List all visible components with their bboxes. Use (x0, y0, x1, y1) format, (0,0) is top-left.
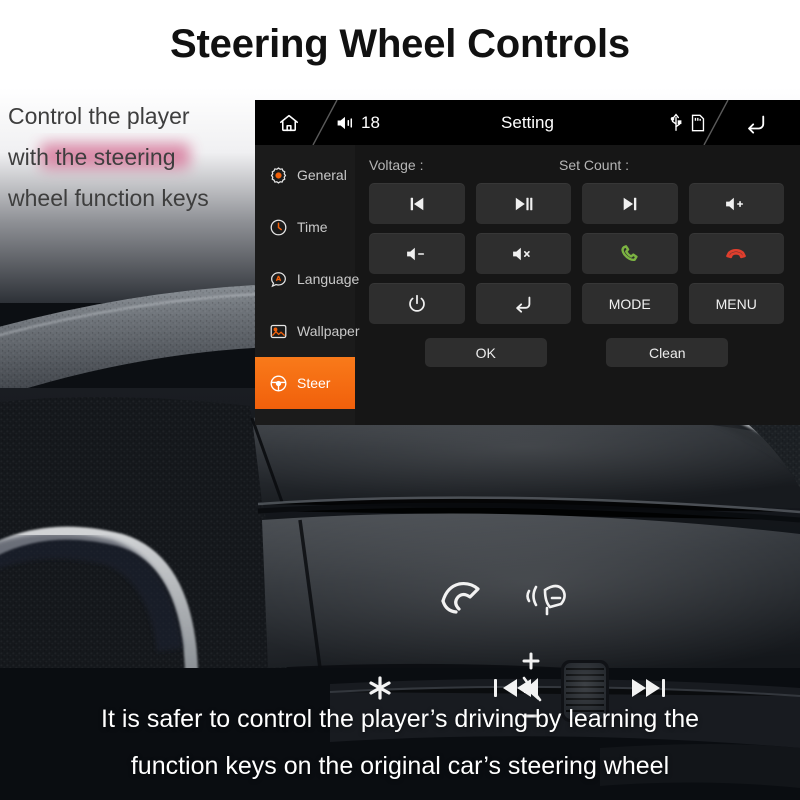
sidebar-label-time: Time (297, 219, 328, 235)
sidebar-item-language[interactable]: Language (255, 253, 359, 305)
usb-icon (670, 113, 682, 131)
home-icon (279, 114, 299, 131)
key-phone-hangup[interactable] (688, 233, 784, 274)
key-volume-up[interactable] (688, 183, 784, 224)
next-track-icon (623, 197, 637, 210)
home-button[interactable] (255, 112, 323, 134)
sidebar-label-language: Language (297, 271, 360, 287)
key-volume-mute[interactable] (475, 233, 571, 274)
key-enter-return[interactable] (475, 283, 571, 324)
status-bar: 18 Setting (255, 100, 800, 145)
value-labels: Voltage : Set Count : (369, 157, 784, 173)
back-arrow-icon (748, 115, 765, 134)
key-phone-answer[interactable] (582, 233, 678, 274)
unit-body: General Time Language Wallpaper Steer Vo… (255, 145, 800, 425)
phone-answer-icon (621, 244, 638, 261)
action-buttons: OK Clean (369, 338, 784, 367)
previous-track-icon (410, 197, 424, 210)
sd-card-icon (691, 114, 705, 131)
back-button[interactable] (724, 112, 800, 134)
sidebar-label-wallpaper: Wallpaper (297, 323, 360, 339)
sidebar-label-general: General (297, 167, 347, 183)
left-description-line-1: Control the player (8, 103, 190, 129)
set-count-label: Set Count : (559, 157, 630, 173)
steering-icon (270, 375, 287, 391)
sidebar-label-steer: Steer (297, 375, 331, 391)
key-mode[interactable]: MODE (582, 283, 678, 324)
sidebar-item-steer[interactable]: Steer (255, 357, 355, 409)
volume-indicator[interactable]: 18 (335, 113, 380, 133)
key-power[interactable] (369, 283, 465, 324)
function-key-grid: MODE MENU (369, 183, 784, 324)
volume-value: 18 (361, 112, 380, 132)
sidebar-item-wallpaper[interactable]: Wallpaper (255, 305, 360, 357)
speaker-icon (337, 116, 353, 129)
phone-hangup-icon (726, 248, 747, 258)
head-unit-screen: 18 Setting General Time Language Wallpap… (255, 100, 800, 425)
key-previous-track[interactable] (369, 183, 465, 224)
left-description-line-2: with the steering (8, 144, 176, 170)
page-title: Steering Wheel Controls (170, 21, 630, 66)
key-volume-down[interactable] (369, 233, 465, 274)
gear-icon (270, 166, 287, 184)
image-icon (270, 324, 287, 338)
sidebar-item-time[interactable]: Time (255, 201, 355, 253)
ok-button[interactable]: OK (424, 338, 547, 367)
clean-button[interactable]: Clean (606, 338, 729, 367)
bottom-caption-line-2: function keys on the original car’s stee… (130, 752, 670, 780)
clock-icon (270, 219, 287, 235)
bottom-caption: It is safer to control the player’s driv… (0, 696, 800, 790)
key-next-track[interactable] (582, 183, 678, 224)
key-play-pause[interactable] (475, 183, 571, 224)
bottom-caption-line-1: It is safer to control the player’s driv… (101, 705, 699, 733)
enter-return-icon (516, 296, 531, 313)
settings-sidebar: General Time Language Wallpaper Steer (255, 145, 360, 425)
power-icon (408, 294, 425, 312)
volume-mute-icon (513, 247, 530, 260)
key-menu[interactable]: MENU (688, 283, 784, 324)
steer-settings-content: Voltage : Set Count : MODE MENU OK Clean (355, 145, 800, 425)
left-description: Control the player with the steering whe… (8, 96, 253, 219)
left-description-line-3: wheel function keys (8, 185, 209, 211)
volume-up-icon (726, 197, 744, 210)
play-pause-icon (516, 197, 533, 210)
language-icon (271, 271, 286, 287)
volume-down-icon (406, 247, 424, 260)
voltage-label: Voltage : (369, 157, 424, 173)
status-icons (668, 113, 724, 133)
sidebar-item-general[interactable]: General (255, 149, 355, 201)
